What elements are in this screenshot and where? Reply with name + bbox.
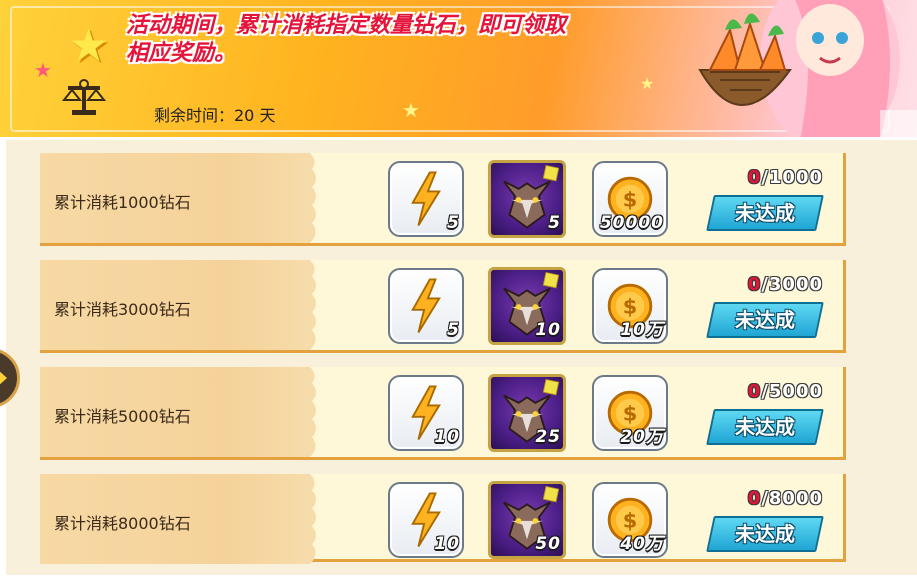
item-quantity: 25 xyxy=(535,427,561,447)
wolf-reward-item[interactable]: 25 xyxy=(488,374,566,452)
progress-counter: 0/1000 xyxy=(748,167,823,188)
coin-reward-item[interactable]: $ 10万 xyxy=(592,268,668,344)
reward-row: 累计消耗3000钻石 5 10 $ 10万 0/3000 未达成 xyxy=(40,260,846,353)
item-quantity: 50 xyxy=(535,534,561,554)
claim-status-label: 未达成 xyxy=(735,308,795,332)
progress-target: /8000 xyxy=(761,488,823,509)
claim-status-label: 未达成 xyxy=(735,415,795,439)
item-quantity: 10 xyxy=(535,320,561,340)
wolf-reward-item[interactable]: 50 xyxy=(488,481,566,559)
progress-counter: 0/8000 xyxy=(748,488,823,509)
bottom-edge xyxy=(0,575,917,582)
remaining-time: 剩余时间：20 天 xyxy=(154,106,276,125)
claim-status-button[interactable]: 未达成 xyxy=(706,516,824,552)
mascot-character-illustration xyxy=(698,0,917,137)
scales-icon xyxy=(62,79,106,115)
progress-current: 0 xyxy=(747,167,762,188)
star-icon: ★ xyxy=(402,98,420,122)
item-quantity: 20万 xyxy=(620,427,664,447)
progress-current: 0 xyxy=(747,274,762,295)
claim-status-button[interactable]: 未达成 xyxy=(706,409,824,445)
progress-target: /3000 xyxy=(761,274,823,295)
svg-text:$: $ xyxy=(623,188,638,212)
energy-reward-item[interactable]: 5 xyxy=(388,161,464,237)
item-quantity: 50000 xyxy=(599,213,664,233)
event-description-line1: 活动期间，累计消耗指定数量钻石，即可领取 xyxy=(126,13,567,38)
claim-status-button[interactable]: 未达成 xyxy=(706,195,824,231)
torn-paper-edge xyxy=(302,367,316,457)
claim-status-button[interactable]: 未达成 xyxy=(706,302,824,338)
reward-row: 累计消耗8000钻石 10 50 $ 40万 0/8000 未达成 xyxy=(40,474,846,564)
torn-paper-edge xyxy=(302,153,316,243)
energy-reward-item[interactable]: 10 xyxy=(388,375,464,451)
item-quantity: 10 xyxy=(434,534,460,554)
reward-row: 累计消耗5000钻石 10 25 $ 20万 0/5000 未达成 xyxy=(40,367,846,460)
coin-reward-item[interactable]: $ 40万 xyxy=(592,482,668,558)
reward-row: 累计消耗1000钻石 5 5 $ 50000 0/1000 未达成 xyxy=(40,153,846,246)
progress-target: /5000 xyxy=(761,381,823,402)
event-description-line2: 相应奖励。 xyxy=(126,41,237,66)
progress-current: 0 xyxy=(747,488,762,509)
item-quantity: 5 xyxy=(447,320,460,340)
coin-reward-item[interactable]: $ 20万 xyxy=(592,375,668,451)
item-quantity: 40万 xyxy=(620,534,664,554)
energy-reward-item[interactable]: 5 xyxy=(388,268,464,344)
wolf-reward-item[interactable]: 5 xyxy=(488,160,566,238)
claim-status-label: 未达成 xyxy=(735,522,795,546)
torn-paper-edge xyxy=(302,474,316,564)
item-quantity: 10 xyxy=(434,427,460,447)
claim-status-label: 未达成 xyxy=(735,201,795,225)
torn-paper-edge xyxy=(302,260,316,350)
event-banner: ★ ★ ★ ★ 活动期间，累计消耗指定数量钻石，即可领取 相应奖励。 剩余时间：… xyxy=(0,0,917,140)
progress-current: 0 xyxy=(747,381,762,402)
item-quantity: 5 xyxy=(447,213,460,233)
item-quantity: 10万 xyxy=(620,320,664,340)
coin-reward-item[interactable]: $ 50000 xyxy=(592,161,668,237)
star-icon: ★ xyxy=(34,58,52,82)
event-description: 活动期间，累计消耗指定数量钻石，即可领取 相应奖励。 xyxy=(126,12,646,68)
energy-reward-item[interactable]: 10 xyxy=(388,482,464,558)
item-quantity: 5 xyxy=(548,213,561,233)
progress-target: /1000 xyxy=(761,167,823,188)
star-icon: ★ xyxy=(640,74,655,93)
wolf-reward-item[interactable]: 10 xyxy=(488,267,566,345)
progress-counter: 0/5000 xyxy=(748,381,823,402)
star-icon: ★ xyxy=(68,18,110,72)
row-goal-label: 累计消耗1000钻石 xyxy=(54,193,191,212)
row-goal-label: 累计消耗5000钻石 xyxy=(54,407,191,426)
row-goal-label: 累计消耗8000钻石 xyxy=(54,514,191,533)
progress-counter: 0/3000 xyxy=(748,274,823,295)
row-goal-label: 累计消耗3000钻石 xyxy=(54,300,191,319)
